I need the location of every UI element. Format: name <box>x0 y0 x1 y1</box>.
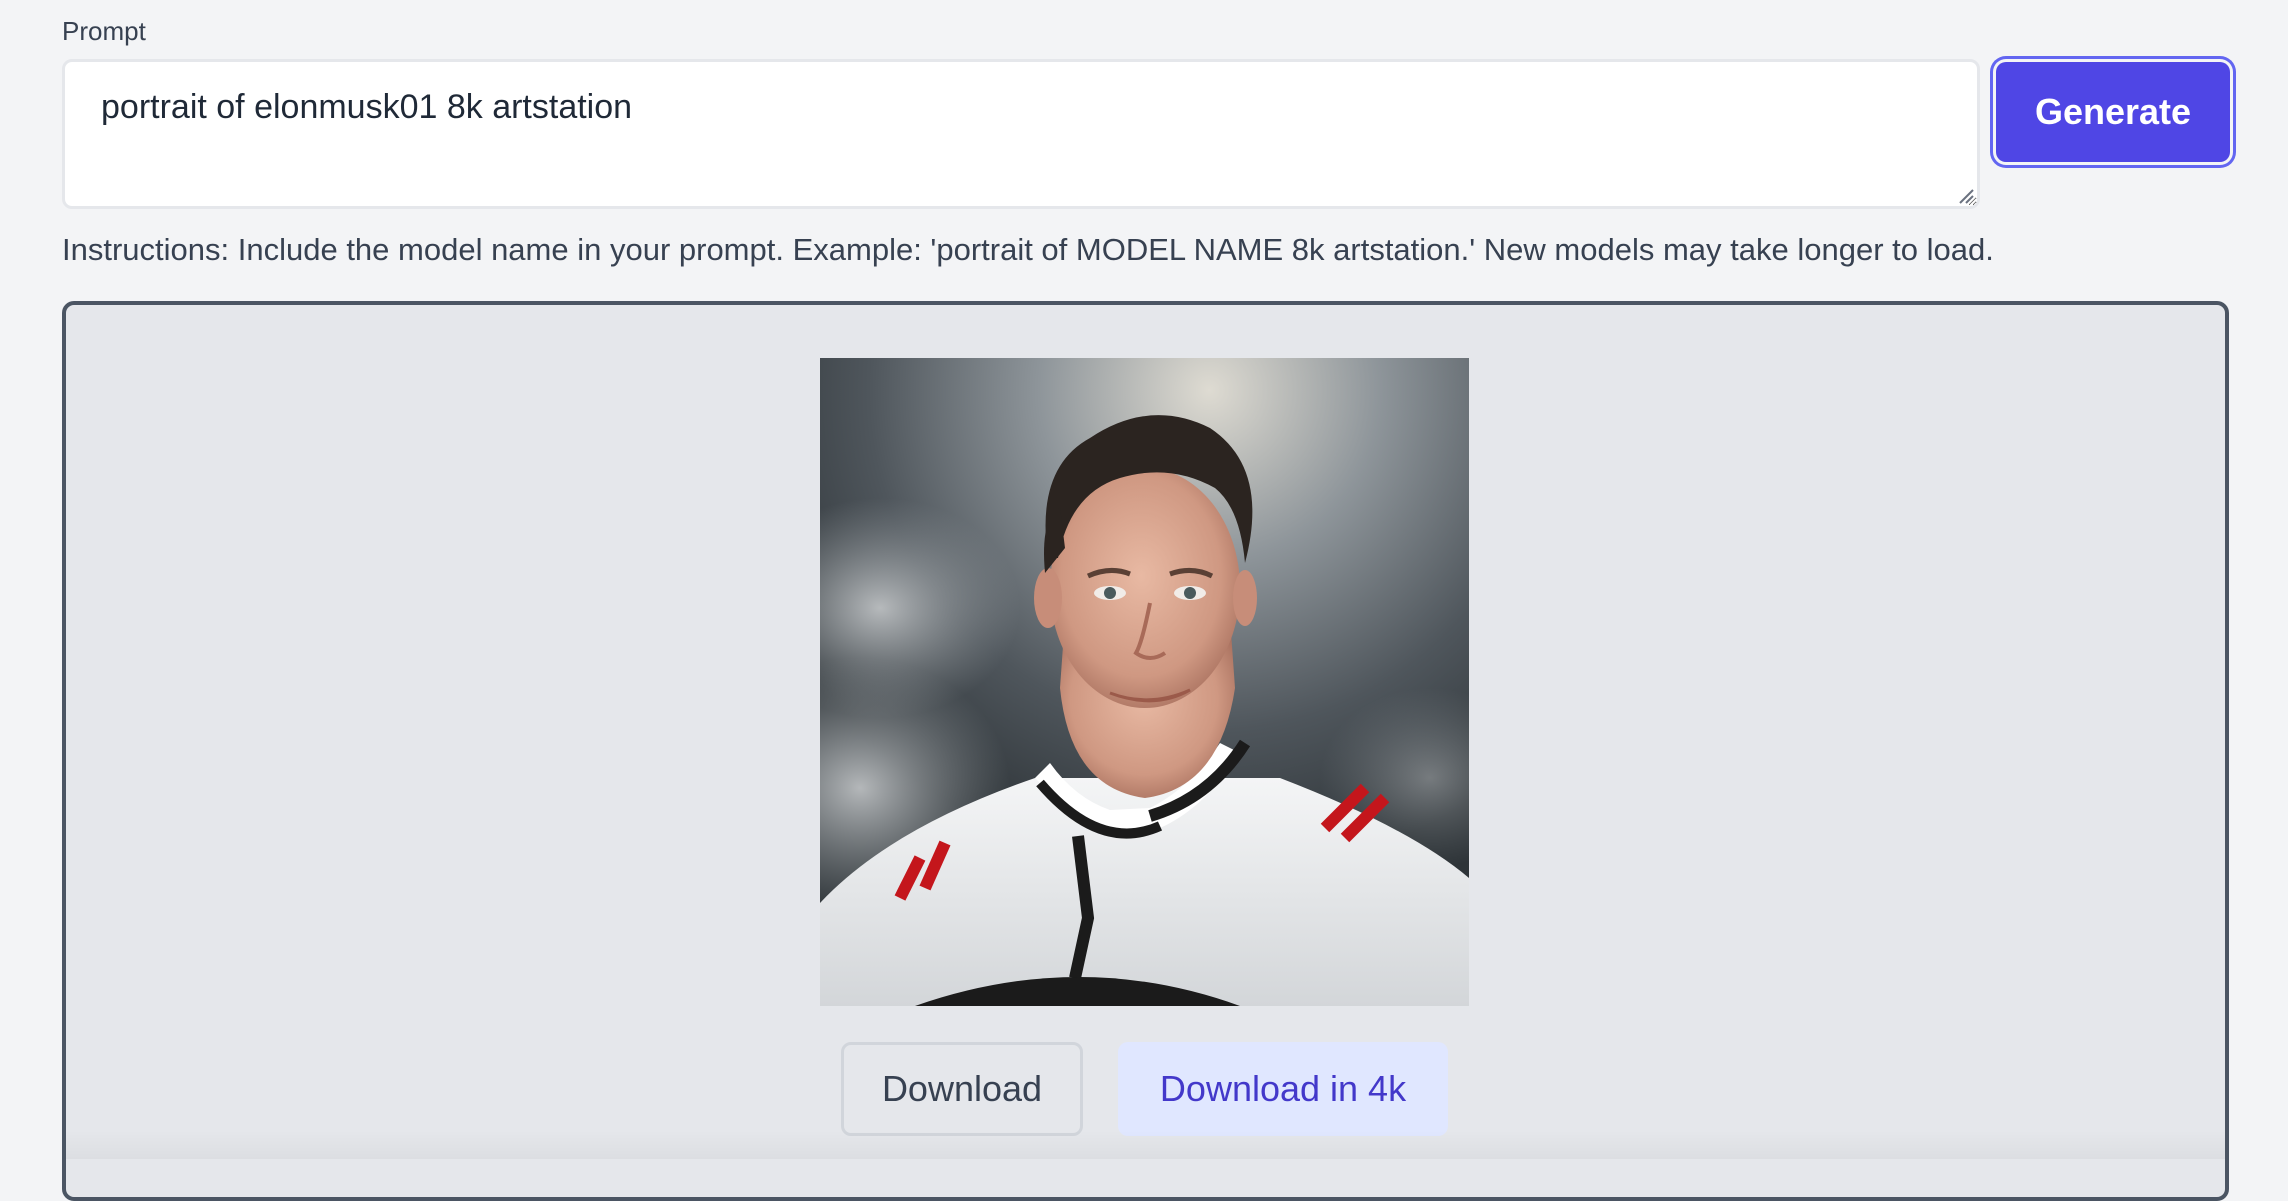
prompt-label: Prompt <box>62 16 146 46</box>
resize-grip-icon[interactable] <box>1958 188 1974 204</box>
generate-button[interactable]: Generate <box>1996 62 2230 162</box>
prompt-input[interactable]: portrait of elonmusk01 8k artstation <box>62 59 1980 209</box>
download-button[interactable]: Download <box>841 1042 1083 1136</box>
instructions-text: Instructions: Include the model name in … <box>62 232 1994 267</box>
generated-portrait-image[interactable] <box>820 358 1469 1006</box>
download-4k-button[interactable]: Download in 4k <box>1118 1042 1448 1136</box>
